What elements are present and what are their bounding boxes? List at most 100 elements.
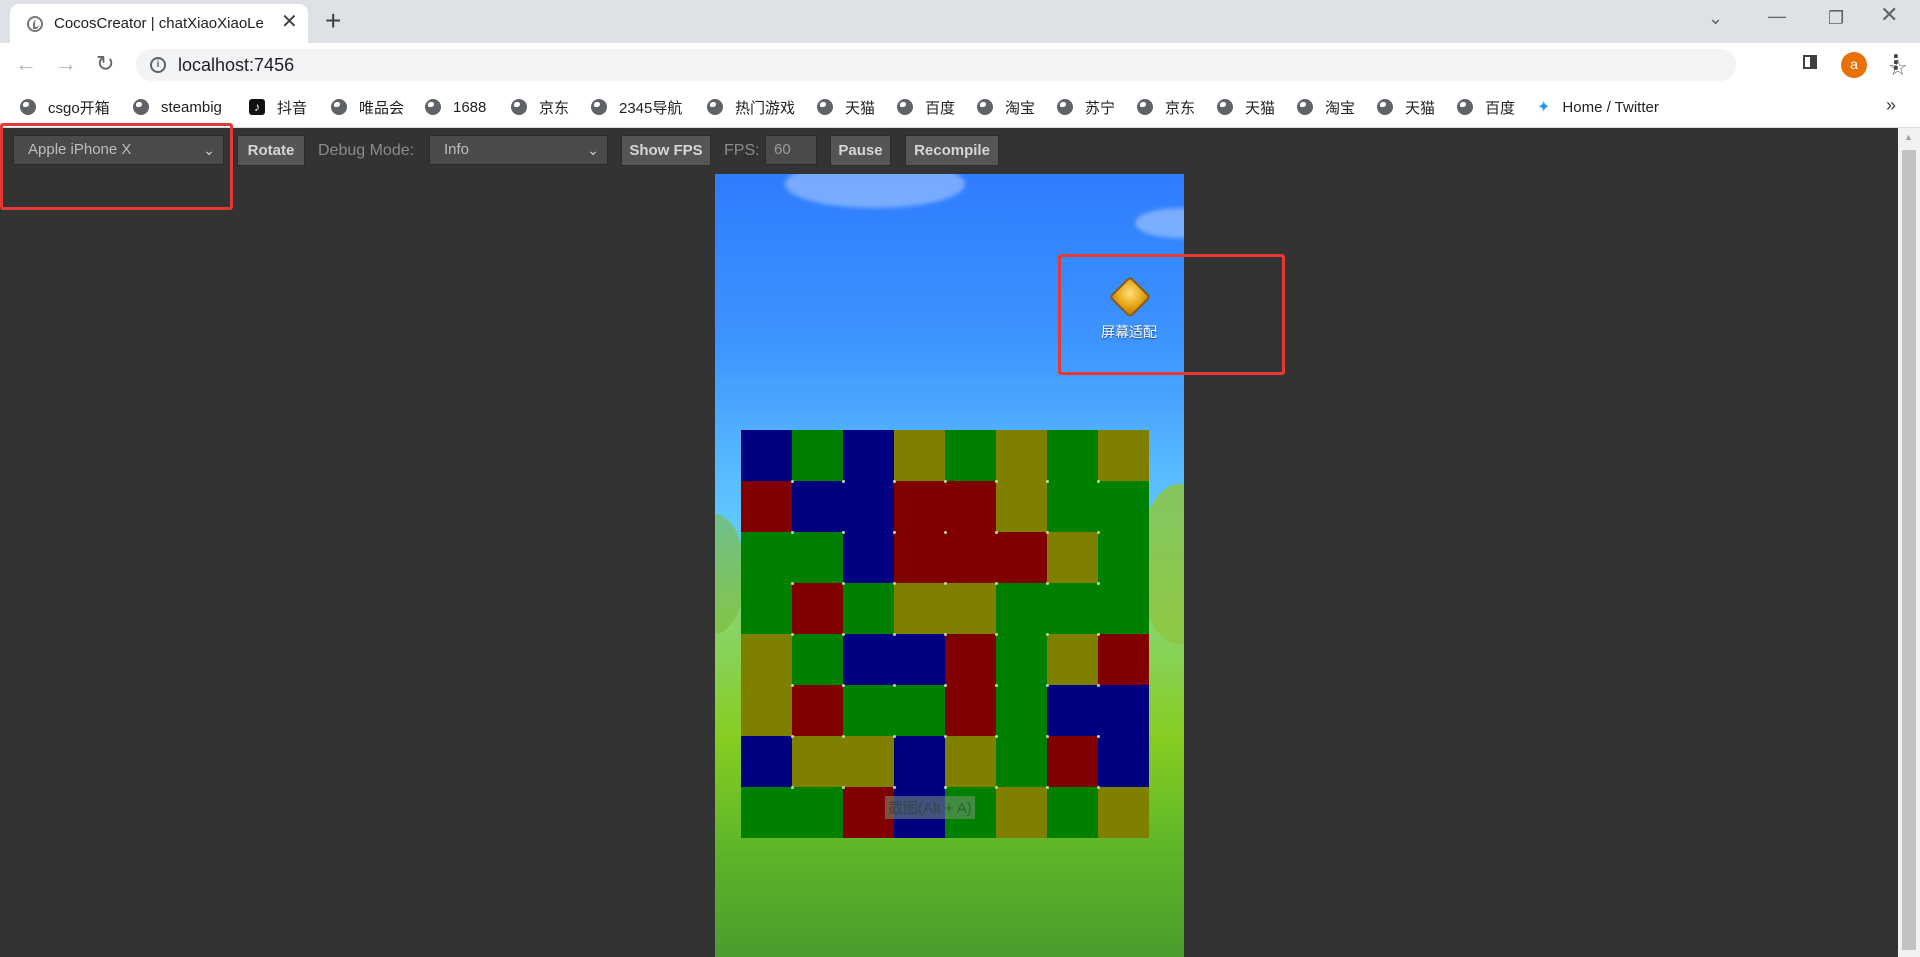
- bookmark-item[interactable]: ♪ 抖音: [249, 96, 307, 118]
- board-cell[interactable]: [792, 583, 843, 634]
- site-info-icon[interactable]: i: [150, 57, 166, 73]
- close-tab-icon[interactable]: ✕: [281, 12, 298, 32]
- board-cell[interactable]: [894, 532, 945, 583]
- profile-avatar[interactable]: a: [1841, 52, 1867, 78]
- tab-search-chevron-icon[interactable]: ⌄: [1708, 8, 1723, 28]
- board-cell[interactable]: [945, 685, 996, 736]
- board-cell[interactable]: [1047, 430, 1098, 481]
- show-fps-button[interactable]: Show FPS: [621, 135, 711, 166]
- board-cell[interactable]: [894, 430, 945, 481]
- board-cell[interactable]: [792, 736, 843, 787]
- bookmark-item[interactable]: csgo开箱: [20, 96, 110, 118]
- new-tab-button[interactable]: +: [325, 4, 341, 38]
- board-cell[interactable]: [1098, 481, 1149, 532]
- board-cell[interactable]: [945, 583, 996, 634]
- board-cell[interactable]: [1098, 583, 1149, 634]
- board-cell[interactable]: [843, 685, 894, 736]
- fps-input[interactable]: 60: [765, 135, 817, 165]
- board-cell[interactable]: [1047, 736, 1098, 787]
- forward-arrow-icon[interactable]: →: [55, 51, 77, 77]
- debug-mode-select[interactable]: Info ⌄: [429, 135, 608, 165]
- board-cell[interactable]: [894, 481, 945, 532]
- pause-button[interactable]: Pause: [830, 135, 891, 166]
- bookmark-item[interactable]: ✦ Home / Twitter: [1537, 96, 1659, 118]
- board-cell[interactable]: [741, 532, 792, 583]
- board-cell[interactable]: [843, 481, 894, 532]
- board-cell[interactable]: [996, 532, 1047, 583]
- board-cell[interactable]: [1098, 685, 1149, 736]
- browser-menu-icon[interactable]: ⋮: [1886, 51, 1906, 75]
- url-text[interactable]: localhost:7456: [178, 55, 294, 76]
- browser-tab[interactable]: CocosCreator | chatXiaoXiaoLe ✕: [10, 4, 308, 43]
- back-arrow-icon[interactable]: ←: [15, 51, 37, 77]
- board-cell[interactable]: [996, 685, 1047, 736]
- board-cell[interactable]: [741, 430, 792, 481]
- board-cell[interactable]: [894, 685, 945, 736]
- board-cell[interactable]: [843, 736, 894, 787]
- board-cell[interactable]: [1047, 481, 1098, 532]
- more-bookmarks-icon[interactable]: »: [1886, 95, 1896, 116]
- board-cell[interactable]: [996, 634, 1047, 685]
- board-cell[interactable]: [792, 634, 843, 685]
- bookmark-item[interactable]: 天猫: [817, 96, 875, 118]
- recompile-button[interactable]: Recompile: [905, 135, 999, 166]
- board-cell[interactable]: [894, 634, 945, 685]
- board-cell[interactable]: [792, 481, 843, 532]
- board-cell[interactable]: [1098, 787, 1149, 838]
- bookmark-item[interactable]: 百度: [1457, 96, 1515, 118]
- minimize-icon[interactable]: —: [1768, 6, 1786, 26]
- board-cell[interactable]: [1098, 532, 1149, 583]
- bookmark-item[interactable]: 天猫: [1217, 96, 1275, 118]
- scroll-thumb[interactable]: [1902, 150, 1916, 950]
- board-cell[interactable]: [996, 583, 1047, 634]
- board-cell[interactable]: [1047, 583, 1098, 634]
- board-cell[interactable]: [945, 481, 996, 532]
- bookmark-item[interactable]: steambig: [133, 96, 222, 118]
- page-scrollbar[interactable]: ▲: [1898, 128, 1920, 957]
- board-cell[interactable]: [1047, 634, 1098, 685]
- restore-icon[interactable]: ❐: [1828, 8, 1844, 28]
- board-cell[interactable]: [1098, 430, 1149, 481]
- board-cell[interactable]: [843, 532, 894, 583]
- board-cell[interactable]: [741, 685, 792, 736]
- address-bar[interactable]: i localhost:7456 ↗ ☆: [136, 49, 1908, 81]
- window-close-icon[interactable]: ✕: [1880, 4, 1898, 26]
- board-cell[interactable]: [894, 583, 945, 634]
- board-cell[interactable]: [843, 583, 894, 634]
- rotate-button[interactable]: Rotate: [237, 135, 305, 166]
- scroll-up-arrow-icon[interactable]: ▲: [1904, 132, 1913, 142]
- board-cell[interactable]: [741, 634, 792, 685]
- board-cell[interactable]: [945, 430, 996, 481]
- bookmark-item[interactable]: 2345导航: [591, 96, 682, 118]
- board-cell[interactable]: [792, 685, 843, 736]
- board-cell[interactable]: [996, 736, 1047, 787]
- board-cell[interactable]: [792, 532, 843, 583]
- board-cell[interactable]: [843, 634, 894, 685]
- board-cell[interactable]: [996, 481, 1047, 532]
- board-cell[interactable]: [792, 430, 843, 481]
- board-cell[interactable]: [741, 787, 792, 838]
- board-cell[interactable]: [741, 583, 792, 634]
- bookmark-item[interactable]: 天猫: [1377, 96, 1435, 118]
- board-cell[interactable]: [741, 481, 792, 532]
- bookmark-item[interactable]: 热门游戏: [707, 96, 795, 118]
- bookmark-item[interactable]: 苏宁: [1057, 96, 1115, 118]
- board-cell[interactable]: [996, 787, 1047, 838]
- board-cell[interactable]: [996, 430, 1047, 481]
- board-cell[interactable]: [945, 634, 996, 685]
- bookmark-item[interactable]: 京东: [1137, 96, 1195, 118]
- board-cell[interactable]: [894, 736, 945, 787]
- board-cell[interactable]: [945, 532, 996, 583]
- bookmark-item[interactable]: 淘宝: [1297, 96, 1355, 118]
- board-cell[interactable]: [1098, 736, 1149, 787]
- bookmark-item[interactable]: 京东: [511, 96, 569, 118]
- bookmark-item[interactable]: 唯品会: [331, 96, 404, 118]
- board-cell[interactable]: [945, 736, 996, 787]
- bookmark-item[interactable]: 百度: [897, 96, 955, 118]
- bookmark-item[interactable]: 1688: [425, 96, 486, 118]
- board-cell[interactable]: [1047, 685, 1098, 736]
- board-cell[interactable]: [1047, 532, 1098, 583]
- board-cell[interactable]: [741, 736, 792, 787]
- board-cell[interactable]: [792, 787, 843, 838]
- board-cell[interactable]: [1098, 634, 1149, 685]
